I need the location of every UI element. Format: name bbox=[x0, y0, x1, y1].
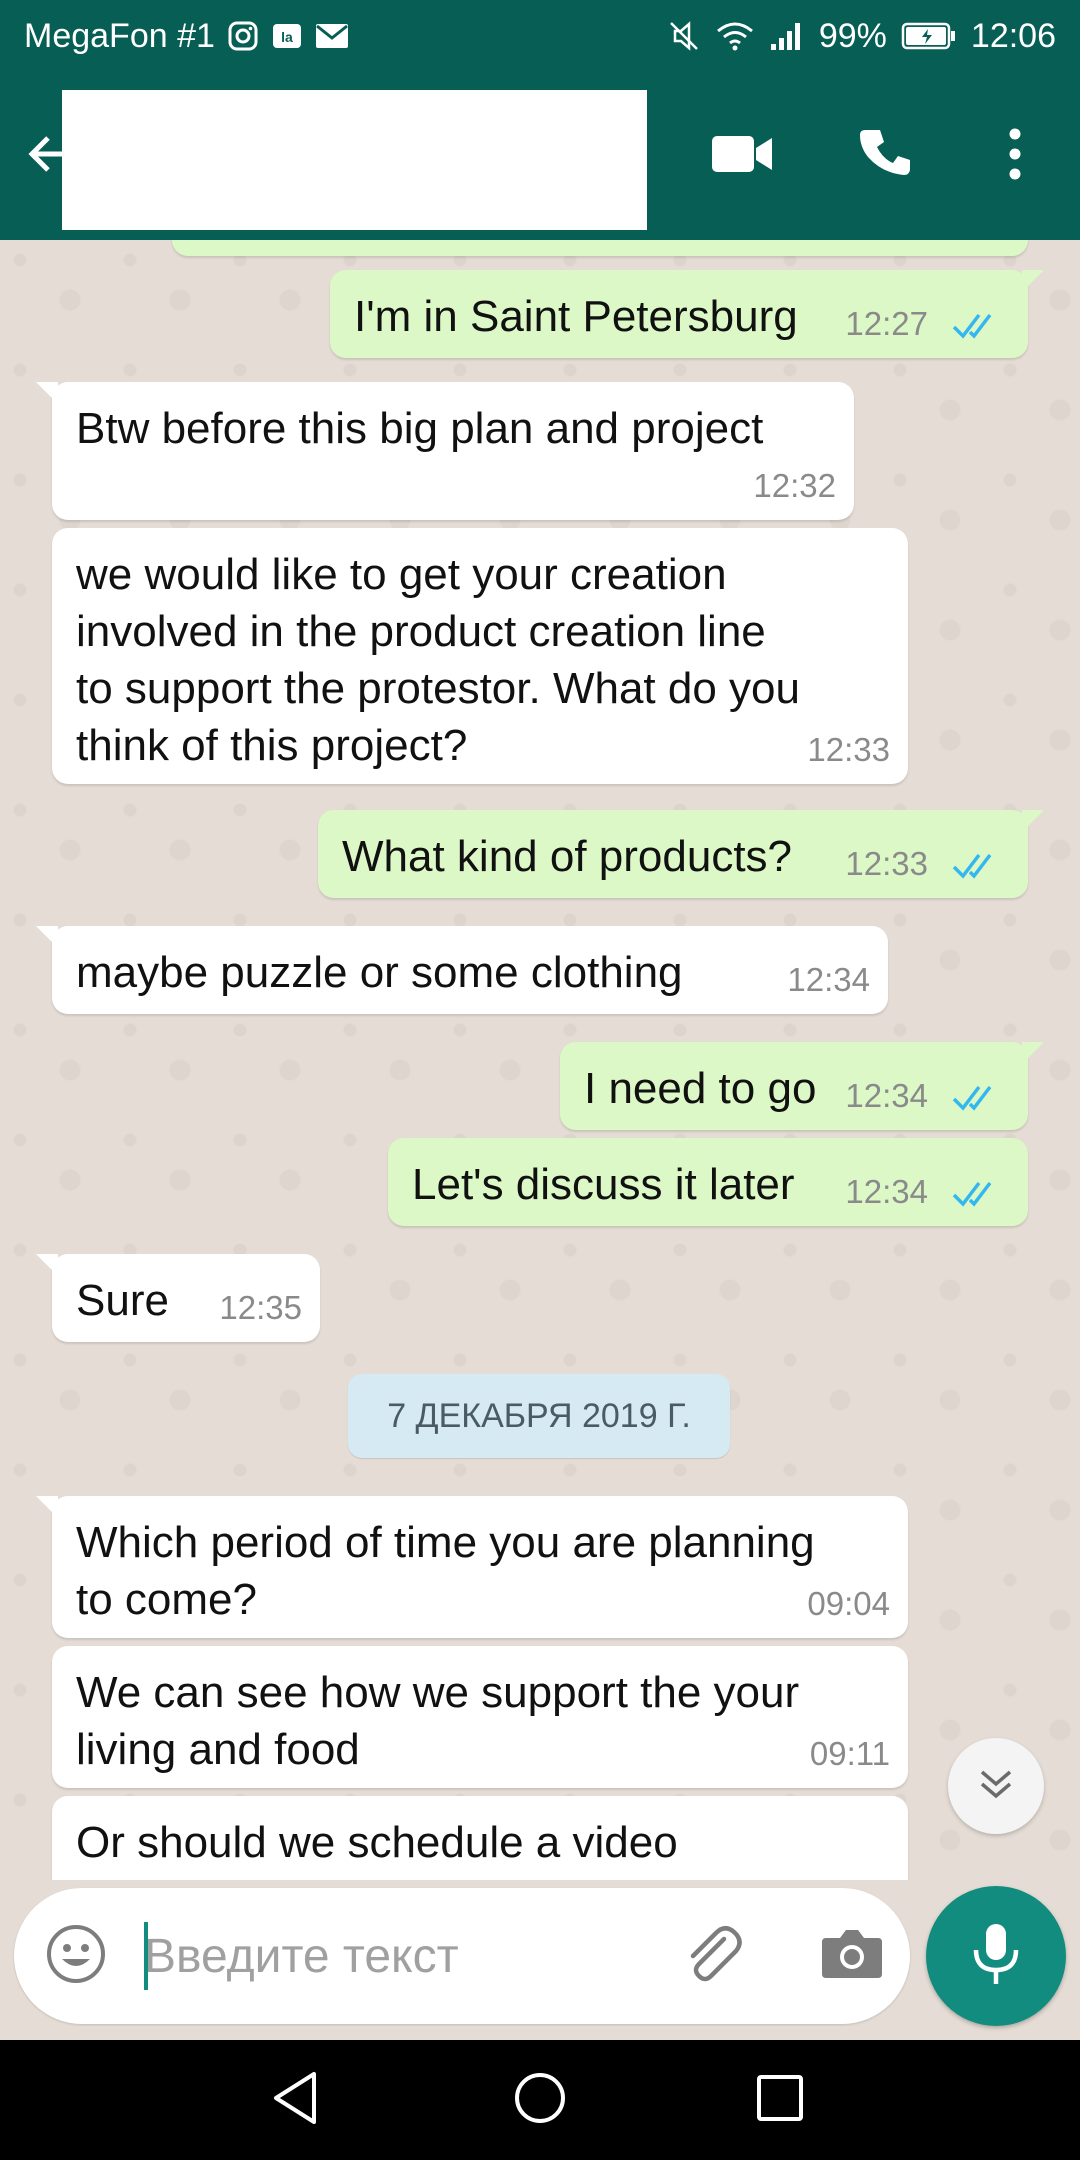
scroll-to-bottom-button[interactable] bbox=[948, 1738, 1044, 1834]
read-ticks-icon bbox=[952, 313, 992, 339]
triangle-back-icon bbox=[270, 2070, 322, 2131]
message-line: to support the protestor. What do you bbox=[76, 664, 800, 713]
attach-button[interactable] bbox=[674, 1918, 750, 1994]
status-left: MegaFon #1 la bbox=[24, 17, 349, 56]
message-line: Which period of time you are planning bbox=[76, 1518, 815, 1567]
read-ticks-icon bbox=[952, 1181, 992, 1207]
message-bubble-in[interactable]: we would like to get your creation invol… bbox=[52, 528, 908, 784]
message-line: think of this project? bbox=[76, 721, 468, 770]
message-text: Sure bbox=[76, 1276, 169, 1325]
nav-back-button[interactable] bbox=[264, 2068, 328, 2132]
date-divider: 7 ДЕКАБРЯ 2019 Г. bbox=[348, 1374, 730, 1458]
system-nav-bar bbox=[0, 2040, 1080, 2160]
message-line: living and food bbox=[76, 1725, 360, 1774]
ok-icon: la bbox=[271, 20, 303, 52]
mail-icon bbox=[315, 22, 349, 50]
message-input[interactable] bbox=[144, 1914, 664, 1998]
clock: 12:06 bbox=[970, 16, 1056, 55]
message-bubble-partial[interactable] bbox=[172, 240, 1028, 256]
message-text: Btw before this big plan and project bbox=[76, 404, 764, 453]
status-right: 99% 12:06 bbox=[667, 17, 1056, 56]
mic-icon bbox=[971, 1922, 1021, 1991]
more-vert-icon bbox=[1007, 128, 1023, 185]
video-call-icon bbox=[710, 132, 774, 181]
square-recents-icon bbox=[755, 2073, 805, 2128]
message-time: 12:33 bbox=[845, 845, 928, 882]
mute-icon bbox=[667, 19, 701, 53]
read-ticks-icon bbox=[952, 1085, 992, 1111]
emoji-button[interactable] bbox=[44, 1924, 108, 1988]
message-text: I need to go bbox=[584, 1064, 817, 1113]
message-bubble-in[interactable]: maybe puzzle or some clothing 12:34 bbox=[36, 926, 888, 1014]
message-time: 12:34 bbox=[845, 1077, 928, 1114]
phone-icon bbox=[858, 126, 914, 187]
voice-call-button[interactable] bbox=[850, 120, 922, 192]
svg-text:la: la bbox=[281, 29, 293, 45]
message-line: to come? bbox=[76, 1575, 257, 1624]
message-bubble-in[interactable]: Which period of time you are planning to… bbox=[36, 1496, 908, 1638]
instagram-icon bbox=[227, 20, 259, 52]
message-text: Or should we schedule a video bbox=[76, 1818, 678, 1867]
message-time: 12:35 bbox=[219, 1289, 302, 1326]
voice-message-button[interactable] bbox=[926, 1886, 1066, 2026]
contact-info[interactable] bbox=[62, 90, 647, 230]
message-composer bbox=[14, 1888, 910, 2024]
message-time: 12:34 bbox=[787, 961, 870, 998]
message-bubble-out[interactable]: What kind of products? 12:33 bbox=[318, 810, 1044, 898]
carrier-name: MegaFon #1 bbox=[24, 16, 215, 55]
message-bubble-in[interactable]: Sure 12:35 bbox=[36, 1254, 320, 1342]
message-text: I'm in Saint Petersburg bbox=[354, 292, 798, 341]
camera-button[interactable] bbox=[814, 1918, 890, 1994]
message-time: 12:27 bbox=[845, 305, 928, 342]
message-time: 12:33 bbox=[807, 731, 890, 768]
circle-home-icon bbox=[512, 2070, 568, 2131]
message-line: we would like to get your creation bbox=[76, 550, 727, 599]
double-chevron-down-icon bbox=[976, 1764, 1016, 1809]
message-text: maybe puzzle or some clothing bbox=[76, 948, 683, 997]
message-text: Let's discuss it later bbox=[412, 1160, 795, 1209]
message-time: 09:11 bbox=[809, 1735, 890, 1772]
message-bubble-in[interactable]: We can see how we support the your livin… bbox=[52, 1646, 908, 1788]
message-bubble-out[interactable]: I'm in Saint Petersburg 12:27 bbox=[330, 270, 1044, 358]
message-bubble-out[interactable]: Let's discuss it later 12:34 bbox=[388, 1138, 1028, 1226]
battery-percent: 99% bbox=[818, 16, 887, 55]
more-options-button[interactable] bbox=[990, 120, 1040, 192]
chat-header bbox=[0, 72, 1080, 240]
message-bubble-in[interactable]: Btw before this big plan and project 12:… bbox=[36, 382, 854, 520]
message-time: 09:04 bbox=[807, 1585, 890, 1622]
message-text: What kind of products? bbox=[342, 832, 793, 881]
message-time: 12:32 bbox=[753, 467, 836, 504]
chat-area[interactable]: I'm in Saint Petersburg 12:27 Btw before… bbox=[0, 240, 1080, 1880]
video-call-button[interactable] bbox=[706, 120, 778, 192]
message-text: We can see how we support the your livin… bbox=[76, 1664, 799, 1778]
read-ticks-icon bbox=[952, 853, 992, 879]
nav-home-button[interactable] bbox=[508, 2068, 572, 2132]
message-text: Which period of time you are planning to… bbox=[76, 1514, 815, 1628]
nav-recents-button[interactable] bbox=[748, 2068, 812, 2132]
message-line: We can see how we support the your bbox=[76, 1668, 800, 1717]
signal-icon bbox=[769, 20, 805, 52]
attach-icon bbox=[679, 1921, 745, 1992]
battery-icon bbox=[901, 21, 957, 51]
message-line: involved in the product creation line bbox=[76, 607, 766, 656]
message-bubble-in[interactable]: Or should we schedule a video bbox=[52, 1796, 908, 1880]
message-time: 12:34 bbox=[845, 1173, 928, 1210]
emoji-icon bbox=[45, 1923, 107, 1990]
message-text: we would like to get your creation invol… bbox=[76, 546, 800, 774]
status-bar: MegaFon #1 la 99% 12:06 bbox=[0, 0, 1080, 72]
message-bubble-out[interactable]: I need to go 12:34 bbox=[560, 1042, 1044, 1130]
text-cursor bbox=[144, 1922, 148, 1990]
camera-icon bbox=[820, 1926, 884, 1987]
wifi-icon bbox=[715, 20, 755, 52]
